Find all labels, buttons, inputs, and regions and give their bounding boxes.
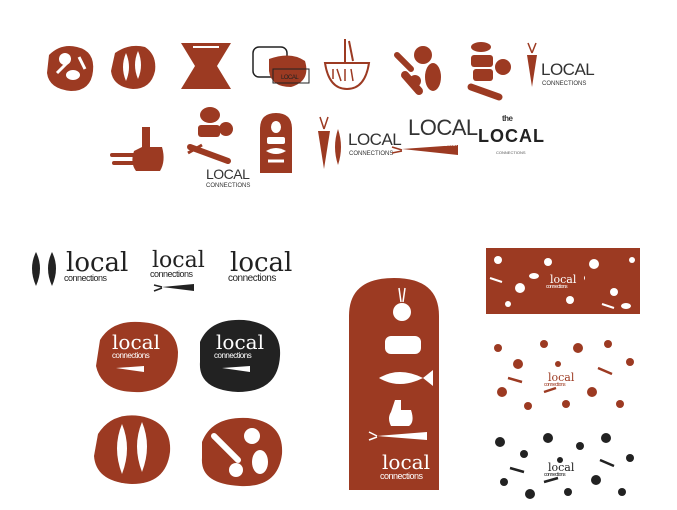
pattern-3-connections: connections	[544, 472, 566, 478]
arch-banner-connections: connections	[380, 471, 423, 481]
wordmark-2-connections: connections	[150, 269, 193, 279]
totem-cluster-mark	[467, 42, 511, 101]
concept-local-caps: LOCAL	[541, 60, 595, 79]
concept-row-1: LOCAL LOCAL CONNECTIONS	[35, 35, 595, 105]
produce-blob-mark	[47, 46, 94, 91]
fish-pair-icon	[32, 252, 56, 286]
the-local-caps: LOCAL	[478, 126, 545, 146]
hand-carrot-mark	[110, 127, 164, 171]
badge-produce	[201, 417, 283, 487]
stack-local-caps: LOCAL	[206, 166, 250, 182]
fish-blob-mark	[111, 45, 156, 89]
carrot-fish-connections-caps: CONNECTIONS	[349, 151, 394, 157]
carrot-underline-local-caps: LOCAL	[408, 115, 478, 140]
pattern-2-connections: connections	[544, 382, 566, 388]
concept-row-2: LOCAL CONNECTIONS LOCAL CONNECTIONS LOCA…	[110, 105, 560, 195]
outline-overlap-mark	[252, 46, 310, 87]
outline-overlap-label: LOCAL	[281, 75, 299, 81]
produce-cluster-mark	[394, 46, 441, 95]
badge-2-local: local	[216, 330, 264, 354]
the-local-the: the	[502, 114, 513, 123]
carrot-icon	[153, 284, 194, 292]
wordmark-1-connections: connections	[64, 273, 107, 283]
wordmark-row: local connections local connections loca…	[24, 244, 324, 304]
wordmark-3-connections: connections	[228, 273, 276, 284]
badge-1-local: local	[112, 330, 160, 354]
stack-connections-caps: CONNECTIONS	[206, 183, 251, 189]
carrot-fish-mark	[318, 116, 341, 169]
badge-1-connections: connections	[112, 351, 150, 360]
badge-fish	[94, 415, 171, 484]
the-local-tagline: CONNECTIONS	[496, 150, 526, 155]
arch-banner-local: local	[382, 450, 430, 474]
carrot-underline-connections: CONNECTIONS	[426, 142, 463, 148]
stack-totem-mark	[187, 107, 233, 164]
pattern-1-connections: connections	[546, 284, 568, 290]
concept-connections-caps: CONNECTIONS	[542, 81, 587, 87]
badge-2-connections: connections	[214, 351, 252, 360]
bowl-mark	[323, 39, 371, 91]
carrot-icon	[527, 42, 537, 87]
arch-totem-mark	[260, 113, 292, 173]
hourglass-mark	[181, 43, 231, 89]
